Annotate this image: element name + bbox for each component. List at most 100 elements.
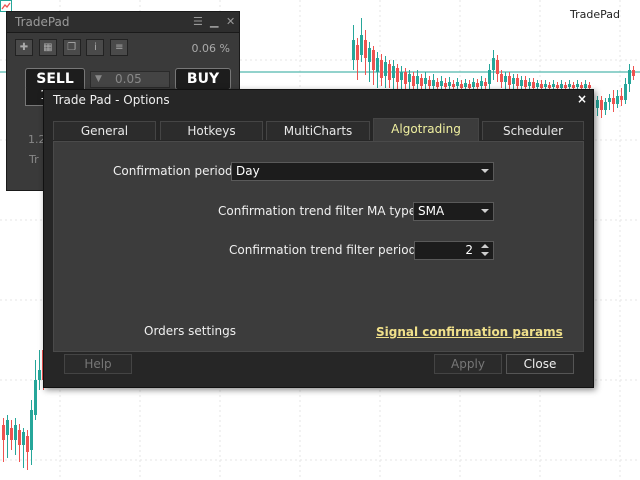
signal-confirmation-link[interactable]: Signal confirmation params <box>376 325 563 339</box>
minimize-icon[interactable]: ▁ <box>210 15 218 28</box>
tradepad-title: TradePad <box>15 15 70 29</box>
increment-icon[interactable] <box>481 244 489 248</box>
candle-body <box>608 98 611 102</box>
decrement-icon[interactable] <box>481 252 489 256</box>
candle-body <box>528 82 531 86</box>
ma-type-select[interactable]: SMA <box>413 202 494 221</box>
candle-body <box>568 84 571 87</box>
filter-period-stepper[interactable]: 2 <box>414 241 494 260</box>
candle-body <box>476 83 479 87</box>
orders-settings-label[interactable]: Orders settings <box>144 324 236 338</box>
filter-period-label: Confirmation trend filter period: <box>229 243 421 257</box>
tab-multicharts[interactable]: MultiCharts <box>266 121 370 140</box>
candle-body <box>500 74 503 82</box>
candle-body <box>600 100 603 110</box>
candle-body <box>560 84 563 88</box>
candle-body <box>632 70 635 76</box>
options-dialog: Trade Pad - Options × General Hotkeys Mu… <box>43 89 594 388</box>
candle-body <box>484 82 487 86</box>
candle-body <box>368 48 371 62</box>
candle-body <box>520 80 523 86</box>
candle-body <box>508 76 511 85</box>
sell-button[interactable]: SELL <box>25 68 85 90</box>
tab-hotkeys[interactable]: Hotkeys <box>160 121 263 140</box>
candle-body <box>468 84 471 88</box>
confirmation-period-select[interactable]: Day <box>231 162 494 181</box>
candle-body <box>412 76 415 86</box>
close-icon[interactable]: × <box>577 92 587 106</box>
brand-label: TradePad <box>570 8 620 21</box>
tab-algotrading[interactable]: Algotrading <box>373 118 479 141</box>
candle-body <box>536 83 539 87</box>
candle-body <box>616 96 619 104</box>
tab-general[interactable]: General <box>53 121 156 140</box>
tradepad-titlebar[interactable]: TradePad ☰ ▁ ✕ <box>7 12 239 33</box>
volume-value: 0.05 <box>115 72 142 86</box>
candle-body <box>556 85 559 88</box>
candle-body <box>356 45 359 60</box>
candle-body <box>420 78 423 86</box>
ma-type-value: SMA <box>418 204 445 218</box>
info-icon[interactable]: i <box>86 39 105 56</box>
tab-scheduler[interactable]: Scheduler <box>482 121 584 140</box>
candle-body <box>596 100 599 108</box>
candle-body <box>504 76 507 82</box>
candle-body <box>452 84 455 87</box>
ma-type-label: Confirmation trend filter MA type: <box>218 204 421 218</box>
candle-body <box>496 60 499 74</box>
candle-body <box>380 60 383 78</box>
candle-body <box>576 84 579 87</box>
candle-body <box>440 81 443 86</box>
candle-body <box>464 83 467 87</box>
candle-body <box>480 81 483 86</box>
candle-body <box>512 78 515 84</box>
candle-body <box>408 74 411 82</box>
candle-body <box>22 432 25 445</box>
candle-body <box>624 84 627 100</box>
grid-icon[interactable]: ▦ <box>38 39 57 56</box>
algotrading-panel: Confirmation period: Day Confirmation tr… <box>53 141 584 352</box>
candle-body <box>584 84 587 88</box>
volume-input[interactable]: ▼ 0.05 <box>90 71 170 88</box>
candle-body <box>404 72 407 84</box>
windows-icon[interactable]: ❐ <box>62 39 81 56</box>
candle-body <box>620 96 623 100</box>
confirmation-period-value: Day <box>236 164 260 178</box>
dialog-titlebar[interactable]: Trade Pad - Options × <box>44 90 593 110</box>
chevron-down-icon <box>481 169 489 173</box>
candle-body <box>564 85 567 88</box>
candle-body <box>572 85 575 88</box>
buy-button[interactable]: BUY <box>175 68 231 90</box>
close-button[interactable]: Close <box>506 354 574 374</box>
tradepad-label: Tr <box>29 153 39 166</box>
candle-body <box>396 68 399 82</box>
filter-period-value: 2 <box>465 243 473 257</box>
candle-body <box>360 35 363 55</box>
candle-body <box>448 82 451 86</box>
list-icon[interactable]: ≡ <box>110 39 129 56</box>
chevron-down-icon[interactable]: ▼ <box>95 72 102 87</box>
candle-body <box>26 436 29 452</box>
candle-body <box>588 85 591 88</box>
candle-body <box>460 84 463 88</box>
candle-body <box>540 84 543 88</box>
candle-body <box>10 428 13 440</box>
candle-body <box>456 82 459 86</box>
apply-button[interactable]: Apply <box>434 354 502 374</box>
candle-body <box>432 80 435 86</box>
candle-body <box>18 430 21 445</box>
chevron-down-icon <box>481 209 489 213</box>
candle-body <box>30 410 33 450</box>
candle-body <box>472 82 475 87</box>
candle-body <box>388 64 391 80</box>
add-order-icon[interactable]: ✚ <box>15 39 33 56</box>
menu-icon[interactable]: ☰ <box>193 15 203 28</box>
tradepad-toolbar: ✚ ▦ ❐ i ≡ <box>15 39 130 56</box>
help-button[interactable]: Help <box>64 354 132 374</box>
candle-body <box>376 58 379 72</box>
candle-body <box>392 66 395 78</box>
candle-body <box>38 370 41 380</box>
candle-body <box>2 425 5 440</box>
candle-body <box>424 78 427 84</box>
close-icon[interactable]: ✕ <box>226 15 235 28</box>
